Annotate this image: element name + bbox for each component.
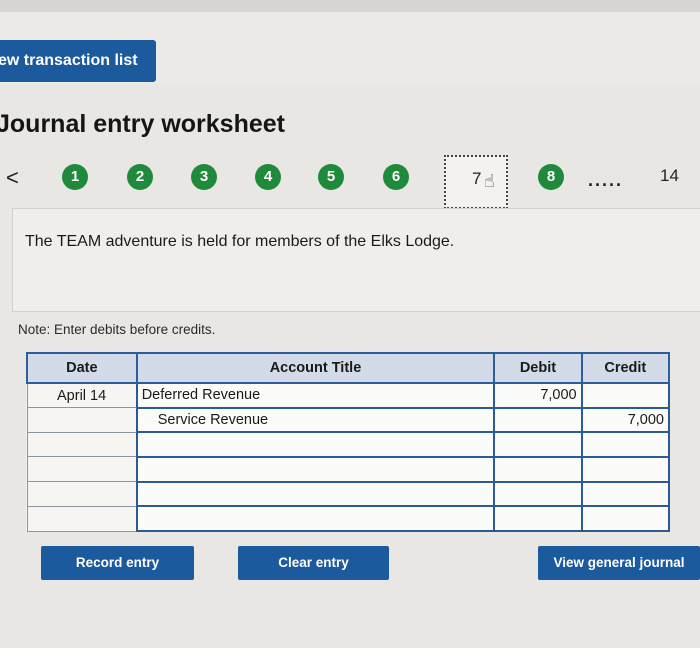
table-row <box>26 431 671 458</box>
date-cell[interactable] <box>26 431 138 458</box>
step-3-button[interactable]: 3 <box>191 164 217 190</box>
debit-cell[interactable] <box>493 406 583 434</box>
pager-ellipsis: ..... <box>588 170 624 190</box>
step-6-button[interactable]: 6 <box>383 164 409 190</box>
note-text: Note: Enter debits before credits. <box>18 322 216 337</box>
account-title-cell[interactable]: Service Revenue <box>135 406 496 434</box>
table-row: April 14 Deferred Revenue 7,000 <box>26 382 671 409</box>
table-row <box>26 505 671 532</box>
debit-cell[interactable] <box>493 480 583 508</box>
page-title: Journal entry worksheet <box>0 110 285 138</box>
date-cell[interactable] <box>26 481 138 507</box>
column-header-credit: Credit <box>580 352 671 384</box>
view-general-journal-button[interactable]: View general journal <box>538 546 700 580</box>
account-title-cell[interactable] <box>135 431 496 458</box>
step-8-button[interactable]: 8 <box>538 164 564 190</box>
step-7-current[interactable]: 7 ☝ <box>444 155 508 209</box>
credit-cell[interactable] <box>580 480 671 508</box>
table-header-row: Date Account Title Debit Credit <box>26 352 671 384</box>
step-14-button[interactable]: 14 <box>660 166 679 186</box>
view-transaction-list-button[interactable]: ew transaction list <box>0 40 156 82</box>
table-row <box>26 480 671 508</box>
credit-cell[interactable] <box>580 431 671 458</box>
table-row <box>26 455 671 483</box>
account-title-cell[interactable] <box>135 505 496 532</box>
credit-cell[interactable] <box>580 505 671 532</box>
credit-cell[interactable] <box>580 382 671 409</box>
step-7-label: 7 <box>472 169 482 188</box>
step-2-button[interactable]: 2 <box>127 164 153 190</box>
step-5-button[interactable]: 5 <box>318 164 344 190</box>
column-header-account-title: Account Title <box>135 352 496 384</box>
question-box: The TEAM adventure is held for members o… <box>12 208 700 312</box>
clear-entry-button[interactable]: Clear entry <box>238 546 389 580</box>
journal-entry-table: Date Account Title Debit Credit April 14… <box>26 352 671 532</box>
debit-cell[interactable]: 7,000 <box>493 382 583 409</box>
record-entry-button[interactable]: Record entry <box>41 546 194 580</box>
debit-cell[interactable] <box>493 431 583 458</box>
debit-cell[interactable] <box>493 455 583 483</box>
credit-cell[interactable]: 7,000 <box>580 406 671 434</box>
date-cell[interactable] <box>26 456 138 483</box>
chevron-left-icon[interactable]: < <box>6 165 19 191</box>
hand-cursor-icon: ☝ <box>484 171 495 191</box>
account-title-cell[interactable]: Deferred Revenue <box>135 382 496 409</box>
table-row: Service Revenue 7,000 <box>26 406 671 434</box>
top-bar: ew transaction list <box>0 12 700 85</box>
window-top-strip <box>0 0 700 12</box>
debit-cell[interactable] <box>493 505 583 532</box>
step-4-button[interactable]: 4 <box>255 164 281 190</box>
account-title-cell[interactable] <box>135 480 496 508</box>
date-cell[interactable]: April 14 <box>26 382 138 409</box>
date-cell[interactable] <box>26 505 138 532</box>
credit-cell[interactable] <box>580 455 671 483</box>
question-text: The TEAM adventure is held for members o… <box>25 233 455 250</box>
column-header-date: Date <box>26 352 138 384</box>
account-title-cell[interactable] <box>135 455 496 483</box>
column-header-debit: Debit <box>493 352 583 384</box>
step-1-button[interactable]: 1 <box>62 164 88 190</box>
date-cell[interactable] <box>26 407 138 433</box>
